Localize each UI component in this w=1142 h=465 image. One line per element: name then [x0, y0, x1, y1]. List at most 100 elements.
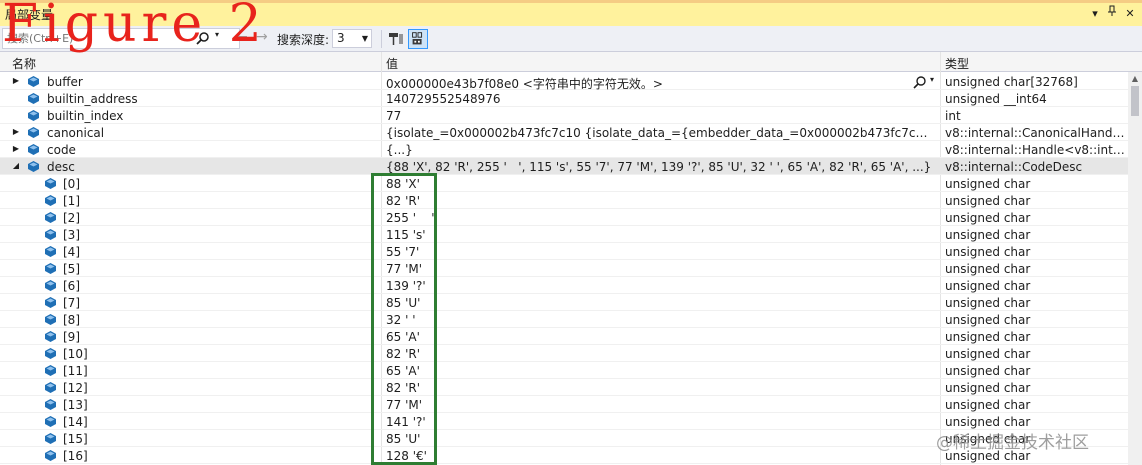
row-value[interactable]: 77 'M': [386, 398, 934, 412]
search-depth-select[interactable]: 3 ▼: [332, 29, 372, 48]
locals-tree: ▶ buffer 0x000000e43b7f08e0 <字符串中的字符无效。>…: [0, 73, 1128, 465]
row-value[interactable]: 141 '?': [386, 415, 934, 429]
row-type: unsigned char: [945, 262, 1031, 276]
tree-row[interactable]: [13] 77 'M' unsigned char: [0, 396, 1128, 413]
row-name: [10]: [63, 347, 88, 361]
highlight-annotation-box: [371, 173, 437, 465]
row-value[interactable]: 77 'M': [386, 262, 934, 276]
row-name: [16]: [63, 449, 88, 463]
field-object-icon: [45, 246, 56, 257]
row-name: buffer: [47, 75, 83, 89]
row-name: [1]: [63, 194, 80, 208]
row-name: [3]: [63, 228, 80, 242]
column-header-type[interactable]: 类型: [945, 55, 969, 72]
field-object-icon: [45, 297, 56, 308]
toolbar-divider: [381, 30, 382, 48]
field-object-icon: [28, 76, 39, 87]
row-name: [4]: [63, 245, 80, 259]
tree-row[interactable]: [10] 82 'R' unsigned char: [0, 345, 1128, 362]
row-name: [0]: [63, 177, 80, 191]
row-name: [12]: [63, 381, 88, 395]
field-object-icon: [45, 280, 56, 291]
hex-display-icon[interactable]: [408, 29, 428, 49]
row-type: v8::internal::CodeDesc: [945, 160, 1083, 174]
expand-arrow-icon[interactable]: ▶: [11, 144, 21, 153]
tree-row[interactable]: builtin_index 77 int: [0, 107, 1128, 124]
tree-row-selected[interactable]: ◢ desc {88 'X', 82 'R', 255 ' ', 115 's'…: [0, 158, 1128, 175]
row-value[interactable]: {isolate_=0x000002b473fc7c10 {isolate_da…: [386, 126, 934, 140]
row-value[interactable]: 88 'X': [386, 177, 934, 191]
column-header-name[interactable]: 名称: [12, 55, 36, 72]
tree-row[interactable]: builtin_address 140729552548976 unsigned…: [0, 90, 1128, 107]
row-name: builtin_index: [47, 109, 124, 123]
row-type: unsigned char: [945, 313, 1031, 327]
column-header-value[interactable]: 值: [386, 55, 398, 72]
row-name: desc: [47, 160, 75, 174]
tree-row[interactable]: [2] 255 ' ' unsigned char: [0, 209, 1128, 226]
field-object-icon: [28, 161, 39, 172]
tree-row[interactable]: ▶ canonical {isolate_=0x000002b473fc7c10…: [0, 124, 1128, 141]
tree-row[interactable]: [0] 88 'X' unsigned char: [0, 175, 1128, 192]
row-name: [2]: [63, 211, 80, 225]
field-object-icon: [28, 144, 39, 155]
row-value[interactable]: 65 'A': [386, 364, 934, 378]
row-value[interactable]: 255 ' ': [386, 211, 934, 225]
tree-row[interactable]: ▶ code {...} v8::internal::Handle<v8::in…: [0, 141, 1128, 158]
row-name: canonical: [47, 126, 105, 140]
row-type: unsigned char: [945, 296, 1031, 310]
visualizer-chevron-icon[interactable]: ▾: [930, 75, 934, 84]
field-object-icon: [45, 229, 56, 240]
collapse-arrow-icon[interactable]: ◢: [11, 161, 21, 170]
field-object-icon: [45, 365, 56, 376]
expand-arrow-icon[interactable]: ▶: [11, 127, 21, 136]
scrollbar-thumb[interactable]: [1131, 86, 1139, 116]
row-type: unsigned char: [945, 228, 1031, 242]
tree-row[interactable]: [9] 65 'A' unsigned char: [0, 328, 1128, 345]
field-object-icon: [28, 110, 39, 121]
row-value[interactable]: 32 ' ': [386, 313, 934, 327]
tree-row[interactable]: [6] 139 '?' unsigned char: [0, 277, 1128, 294]
scroll-up-arrow-icon[interactable]: ▲: [1128, 72, 1142, 86]
row-value[interactable]: {...}: [386, 143, 934, 157]
magnifier-view-icon[interactable]: [913, 75, 927, 89]
row-value[interactable]: 85 'U': [386, 432, 934, 446]
tree-row[interactable]: [8] 32 ' ' unsigned char: [0, 311, 1128, 328]
row-value[interactable]: 82 'R': [386, 381, 934, 395]
row-value[interactable]: 139 '?': [386, 279, 934, 293]
row-type: unsigned char: [945, 398, 1031, 412]
dropdown-icon[interactable]: ▾: [1087, 5, 1103, 23]
watermark-text: @稀土掘金技术社区: [936, 433, 1089, 453]
row-type: unsigned __int64: [945, 92, 1047, 106]
expand-arrow-icon[interactable]: ▶: [11, 76, 21, 85]
tree-row[interactable]: [1] 82 'R' unsigned char: [0, 192, 1128, 209]
row-value[interactable]: 85 'U': [386, 296, 934, 310]
row-value[interactable]: 82 'R': [386, 347, 934, 361]
vertical-scrollbar[interactable]: ▲: [1128, 72, 1142, 465]
tree-row[interactable]: [12] 82 'R' unsigned char: [0, 379, 1128, 396]
row-name: [8]: [63, 313, 80, 327]
row-type: unsigned char: [945, 211, 1031, 225]
pin-to-source-icon[interactable]: [386, 29, 406, 49]
row-value[interactable]: 65 'A': [386, 330, 934, 344]
row-name: code: [47, 143, 76, 157]
tree-row[interactable]: ▶ buffer 0x000000e43b7f08e0 <字符串中的字符无效。>…: [0, 73, 1128, 91]
tree-row[interactable]: [4] 55 '7' unsigned char: [0, 243, 1128, 260]
row-value[interactable]: 55 '7': [386, 245, 934, 259]
pin-icon[interactable]: [1104, 5, 1120, 23]
tree-row[interactable]: [3] 115 's' unsigned char: [0, 226, 1128, 243]
row-value[interactable]: 77: [386, 109, 934, 123]
row-type: int: [945, 109, 961, 123]
row-value[interactable]: 115 's': [386, 228, 934, 242]
row-value[interactable]: 128 '€': [386, 449, 934, 463]
row-value[interactable]: {88 'X', 82 'R', 255 ' ', 115 's', 55 '7…: [386, 160, 934, 174]
tree-row[interactable]: [11] 65 'A' unsigned char: [0, 362, 1128, 379]
row-type: unsigned char: [945, 279, 1031, 293]
tree-row[interactable]: [7] 85 'U' unsigned char: [0, 294, 1128, 311]
field-object-icon: [28, 127, 39, 138]
tree-row[interactable]: [5] 77 'M' unsigned char: [0, 260, 1128, 277]
figure-label: Figure 2: [2, 0, 267, 54]
row-value[interactable]: 82 'R': [386, 194, 934, 208]
row-value[interactable]: 140729552548976: [386, 92, 934, 106]
row-name: [6]: [63, 279, 80, 293]
close-icon[interactable]: ✕: [1122, 5, 1138, 23]
